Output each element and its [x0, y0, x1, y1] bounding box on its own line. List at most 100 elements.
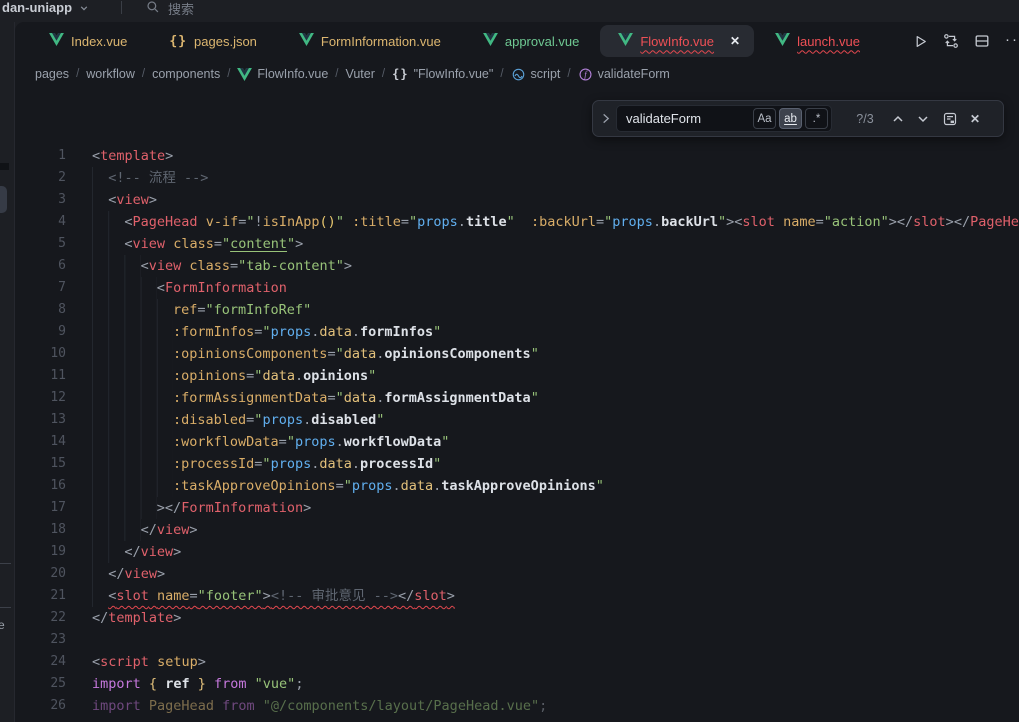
find-navigation	[892, 114, 929, 124]
line-tokens: <script setup>	[92, 651, 206, 673]
panel-divider	[0, 563, 11, 564]
code-line-24[interactable]: 24<script setup>	[15, 651, 1019, 673]
breadcrumb-separator: /	[328, 68, 345, 80]
line-number: 9	[15, 321, 66, 343]
project-switcher[interactable]: dan-uniapp	[0, 0, 89, 17]
line-content: :opinionsComponents="data.opinionsCompon…	[92, 343, 539, 365]
code-line-15[interactable]: 15:processId="props.data.processId"	[15, 453, 1019, 475]
indent-guides	[92, 431, 173, 453]
left-panel-edge: e	[0, 22, 15, 722]
breadcrumb-item-workflow[interactable]: workflow	[86, 67, 135, 81]
code-line-19[interactable]: 19</view>	[15, 541, 1019, 563]
line-content: :formAssignmentData="data.formAssignment…	[92, 387, 539, 409]
match-case-button[interactable]: Aa	[753, 108, 776, 129]
find-in-selection-button[interactable]	[942, 111, 958, 127]
line-content: :processId="props.data.processId"	[92, 453, 441, 475]
tab-index-vue[interactable]: Index.vue	[28, 22, 148, 60]
line-tokens: <template>	[92, 145, 173, 167]
regex-button[interactable]: .*	[805, 108, 828, 129]
whole-word-button[interactable]: ab	[779, 108, 802, 129]
breadcrumb-item-pages[interactable]: pages	[35, 67, 69, 81]
breadcrumb-separator: /	[69, 68, 86, 80]
code-line-8[interactable]: 8ref="formInfoRef"	[15, 299, 1019, 321]
vue-file-icon	[49, 33, 64, 49]
code-line-18[interactable]: 18 </view>	[15, 519, 1019, 541]
line-tokens: :processId="props.data.processId"	[173, 453, 441, 475]
code-line-7[interactable]: 7<FormInformation	[15, 277, 1019, 299]
tab-launch-vue[interactable]: launch.vue	[754, 22, 881, 60]
breadcrumb-item-flowinfovue[interactable]: FlowInfo.vue	[237, 67, 328, 81]
global-search[interactable]: 搜索	[146, 0, 194, 18]
code-line-17[interactable]: 17></FormInformation>	[15, 497, 1019, 519]
line-number: 6	[15, 255, 66, 277]
indent-guides	[92, 453, 173, 475]
panel-handle[interactable]	[0, 186, 7, 213]
line-tokens: <view class="tab-content">	[141, 255, 352, 277]
code-line-26[interactable]: 26import PageHead from "@/components/lay…	[15, 695, 1019, 717]
breadcrumb-separator: /	[220, 68, 237, 80]
previous-match-button[interactable]	[892, 114, 904, 124]
breadcrumb-item-flowinfovue[interactable]: {}"FlowInfo.vue"	[392, 67, 493, 81]
compare-changes-icon[interactable]	[943, 33, 959, 49]
split-editor-icon[interactable]	[974, 33, 990, 49]
breadcrumb-separator: /	[375, 68, 392, 80]
code-line-10[interactable]: 10:opinionsComponents="data.opinionsComp…	[15, 343, 1019, 365]
line-tokens: :disabled="props.disabled"	[173, 409, 384, 431]
code-line-4[interactable]: 4<PageHead v-if="!isInApp()" :title="pro…	[15, 211, 1019, 233]
line-content: </template>	[92, 607, 181, 629]
next-match-button[interactable]	[917, 114, 929, 124]
search-icon	[146, 0, 160, 17]
braces-icon: {}	[392, 67, 408, 81]
code-line-13[interactable]: 13:disabled="props.disabled"	[15, 409, 1019, 431]
code-line-20[interactable]: 20</view>	[15, 563, 1019, 585]
code-line-21[interactable]: 21<slot name="footer"><!-- 审批意见 --></slo…	[15, 585, 1019, 607]
find-input[interactable]	[626, 111, 750, 126]
vue-file-icon	[618, 33, 633, 49]
breadcrumb-item-vuter[interactable]: Vuter	[345, 67, 374, 81]
run-button[interactable]	[913, 34, 928, 49]
close-find-button[interactable]: ✕	[970, 112, 980, 126]
code-line-1[interactable]: 1 <template>	[15, 145, 1019, 167]
panel-fragment	[0, 163, 9, 170]
breadcrumb-item-script[interactable]: script	[511, 67, 561, 82]
indent-guides	[92, 497, 157, 519]
line-tokens: <view class="content">	[124, 233, 303, 255]
tab-flowinfo-vue[interactable]: FlowInfo.vue ✕	[600, 25, 754, 57]
line-number: 16	[15, 475, 66, 497]
tab-pages-json[interactable]: {}pages.json	[148, 22, 278, 60]
line-content: :formInfos="props.data.formInfos"	[92, 321, 441, 343]
code-line-16[interactable]: 16:taskApproveOpinions="props.data.taskA…	[15, 475, 1019, 497]
tab-approval-vue[interactable]: approval.vue	[462, 22, 600, 60]
toggle-replace-icon[interactable]	[596, 112, 614, 125]
more-actions-icon[interactable]: ···	[1005, 31, 1019, 48]
code-line-2[interactable]: 2<!-- 流程 -->	[15, 167, 1019, 189]
close-tab-icon[interactable]: ✕	[730, 34, 740, 48]
line-number: 18	[15, 519, 66, 541]
code-line-5[interactable]: 5<view class="content">	[15, 233, 1019, 255]
tab-label: FlowInfo.vue	[640, 34, 714, 49]
tab-label: approval.vue	[505, 34, 579, 49]
tab-forminformation-vue[interactable]: FormInformation.vue	[278, 22, 462, 60]
code-line-14[interactable]: 14:workflowData="props.workflowData"	[15, 431, 1019, 453]
indent-guides	[92, 321, 173, 343]
svg-text:f: f	[584, 69, 588, 79]
line-number: 1	[15, 145, 66, 167]
code-line-22[interactable]: 22</template>	[15, 607, 1019, 629]
line-number: 20	[15, 563, 66, 585]
line-tokens: import { ref } from "vue";	[92, 673, 303, 695]
find-widget: Aa ab .* ?/3 ✕	[592, 100, 1004, 137]
code-line-3[interactable]: 3<view>	[15, 189, 1019, 211]
code-editor[interactable]: 1 <template>2<!-- 流程 -->3<view>4<PageHead…	[15, 88, 1019, 717]
code-line-9[interactable]: 9 :formInfos="props.data.formInfos"	[15, 321, 1019, 343]
breadcrumb-label: workflow	[86, 67, 135, 81]
breadcrumb-item-components[interactable]: components	[152, 67, 220, 81]
code-line-23[interactable]: 23	[15, 629, 1019, 651]
code-line-12[interactable]: 12:formAssignmentData="data.formAssignme…	[15, 387, 1019, 409]
breadcrumb-item-validateform[interactable]: fvalidateForm	[578, 67, 670, 82]
code-line-25[interactable]: 25import { ref } from "vue";	[15, 673, 1019, 695]
line-tokens: </view>	[141, 519, 198, 541]
code-line-6[interactable]: 6 <view class="tab-content">	[15, 255, 1019, 277]
line-tokens: <FormInformation	[157, 277, 287, 299]
code-line-11[interactable]: 11:opinions="data.opinions"	[15, 365, 1019, 387]
line-content: <!-- 流程 -->	[92, 167, 208, 189]
